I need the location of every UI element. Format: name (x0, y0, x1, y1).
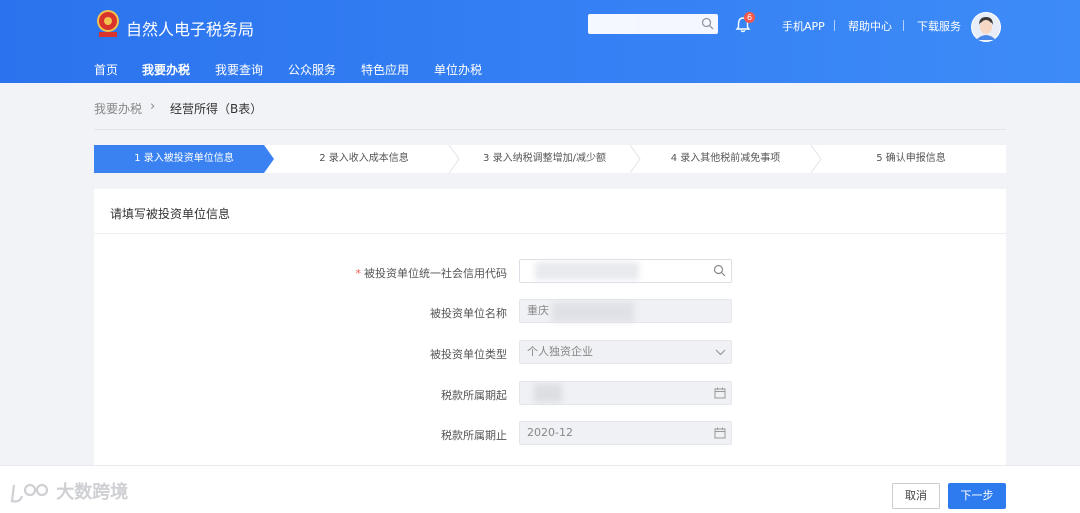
unit-type-label: 被投资单位类型 (430, 348, 507, 361)
chevron-down-icon[interactable] (715, 349, 726, 356)
user-avatar[interactable] (971, 12, 1001, 42)
watermark: 大数跨境 (10, 478, 128, 504)
breadcrumb-parent[interactable]: 我要办税 (94, 100, 142, 117)
credit-code-label: * 被投资单位统一社会信用代码 (327, 265, 508, 281)
step-3: 3 录入纳税调整增加/减少额 (483, 153, 606, 164)
required-mark: * (355, 267, 362, 280)
step-progress: 1 录入被投资单位信息 2 录入收入成本信息 3 录入纳税调整增加/减少额 4 … (94, 145, 1006, 173)
period-start-label: 税款所属期起 (441, 389, 507, 402)
search-input[interactable] (588, 14, 718, 34)
download-service-link[interactable]: 下载服务 (917, 18, 961, 34)
step-5: 5 确认申报信息 (876, 153, 946, 164)
link-divider (903, 20, 904, 31)
nav-featured-apps[interactable]: 特色应用 (361, 61, 409, 78)
credit-code-label-text: 被投资单位统一社会信用代码 (364, 267, 507, 280)
nav-query[interactable]: 我要查询 (215, 61, 263, 78)
search-icon[interactable] (701, 17, 714, 30)
site-title[interactable]: 自然人电子税务局 (126, 16, 254, 40)
step-1: 1 录入被投资单位信息 (134, 153, 234, 164)
nav-home[interactable]: 首页 (94, 61, 118, 78)
mobile-app-link[interactable]: 手机APP (782, 18, 825, 34)
redacted-value (534, 384, 562, 402)
nav-unit-tax[interactable]: 单位办税 (434, 61, 482, 78)
form-title: 请填写被投资单位信息 (110, 207, 231, 221)
next-step-button[interactable]: 下一步 (948, 483, 1006, 509)
period-end-label: 税款所属期止 (441, 429, 507, 442)
link-divider (834, 20, 835, 31)
watermark-logo-icon (10, 483, 49, 503)
period-end-value: 2020-12 (527, 426, 573, 439)
watermark-text: 大数跨境 (56, 482, 129, 503)
unit-type-value: 个人独资企业 (527, 345, 593, 358)
unit-name-label: 被投资单位名称 (430, 307, 507, 320)
period-end-field[interactable]: 2020-12 (519, 421, 732, 445)
step-4: 4 录入其他税前减免事项 (670, 153, 781, 164)
calendar-icon[interactable] (714, 427, 726, 439)
notification-badge: 6 (744, 12, 755, 23)
chevron-right-icon: › (150, 99, 156, 114)
form-title-divider (94, 233, 1006, 234)
cancel-button[interactable]: 取消 (892, 483, 940, 509)
nav-tax-handling[interactable]: 我要办税 (142, 61, 190, 78)
redacted-value (552, 302, 634, 322)
breadcrumb-current: 经营所得（B表） (170, 102, 263, 116)
tax-bureau-logo-icon (95, 10, 121, 40)
step-2: 2 录入收入成本信息 (319, 153, 409, 164)
nav-public-service[interactable]: 公众服务 (288, 61, 336, 78)
redacted-value (535, 262, 639, 280)
calendar-icon[interactable] (714, 387, 726, 399)
unit-type-select[interactable]: 个人独资企业 (519, 340, 732, 364)
help-center-link[interactable]: 帮助中心 (848, 18, 892, 34)
search-icon[interactable] (713, 264, 726, 277)
breadcrumb-divider (94, 129, 1006, 130)
